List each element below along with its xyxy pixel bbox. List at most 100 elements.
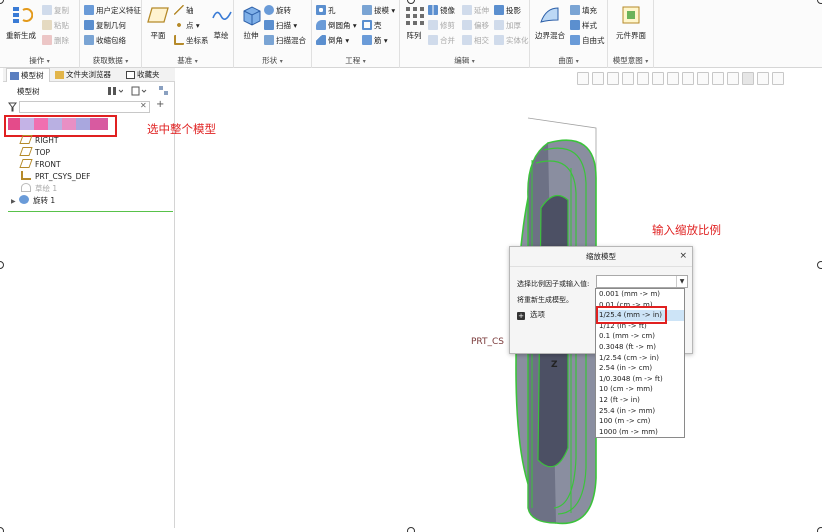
offset-button[interactable]: 偏移 — [462, 20, 489, 32]
csys-button[interactable]: 坐标系 — [174, 35, 209, 47]
chamfer-button[interactable]: 倒角 ▾ — [316, 35, 349, 47]
shrinkwrap-button[interactable]: 收缩包络 — [84, 35, 126, 47]
group-surfaces-label[interactable]: 曲面 ▾ — [530, 55, 607, 66]
group-operations-label[interactable]: 操作 ▾ — [0, 55, 79, 66]
section-icon[interactable] — [697, 72, 709, 85]
boundary-blend-button[interactable]: 边界混合 — [533, 4, 567, 41]
scale-option[interactable]: 1000 (m -> mm) — [596, 427, 684, 438]
project-button[interactable]: 投影 — [494, 5, 521, 17]
group-datum-label[interactable]: 基准 ▾ — [142, 55, 233, 66]
mirror-button[interactable]: 镜像 — [428, 5, 455, 17]
add-filter-icon[interactable]: + — [156, 99, 164, 110]
view-manager-icon[interactable] — [667, 72, 679, 85]
annotation-display-icon[interactable] — [727, 72, 739, 85]
chevron-down-icon[interactable]: ▼ — [676, 276, 687, 287]
resize-handle[interactable] — [407, 527, 415, 532]
component-interface-button[interactable]: 元件界面 — [612, 4, 650, 41]
round-button[interactable]: 倒圆角 ▾ — [316, 20, 357, 32]
tree-item-sketch[interactable]: 草绘 1 — [21, 183, 57, 195]
scale-option[interactable]: 2.54 (in -> cm) — [596, 363, 684, 374]
tree-item-top[interactable]: TOP — [19, 147, 50, 159]
axis-button[interactable]: 轴 — [174, 5, 194, 17]
project-label: 投影 — [506, 6, 521, 15]
group-editing-label[interactable]: 编辑 ▾ — [400, 55, 529, 66]
repaint-icon[interactable] — [622, 72, 634, 85]
scale-option[interactable]: 1/2.54 (cm -> in) — [596, 353, 684, 364]
options-expander[interactable]: + 选项 — [517, 309, 545, 320]
intersect-button[interactable]: 相交 — [462, 35, 489, 47]
csys-display-icon[interactable] — [757, 72, 769, 85]
freestyle-button[interactable]: 自由式 — [570, 35, 605, 47]
perspective-icon[interactable] — [682, 72, 694, 85]
solidify-button[interactable]: 实体化 — [494, 35, 529, 47]
filter-icon[interactable] — [8, 102, 17, 112]
refit-icon[interactable] — [577, 72, 589, 85]
group-engineering-label[interactable]: 工程 ▾ — [312, 55, 399, 66]
scale-option[interactable]: 1/0.3048 (m -> ft) — [596, 374, 684, 385]
datum-display-icon[interactable] — [712, 72, 724, 85]
scale-option[interactable]: 0.1 (mm -> cm) — [596, 331, 684, 342]
group-model-intent-label[interactable]: 模型意图 ▾ — [608, 55, 653, 66]
saved-views-icon[interactable] — [652, 72, 664, 85]
revolve-button[interactable]: 旋转 — [264, 5, 291, 17]
display-style-icon[interactable] — [637, 72, 649, 85]
close-icon[interactable]: × — [679, 251, 687, 261]
user-defined-feature-button[interactable]: 用户定义特征 — [84, 5, 141, 17]
tree-item-right[interactable]: RIGHT — [19, 135, 58, 147]
tree-item-front-label: FRONT — [35, 160, 61, 169]
tree-item-revolve[interactable]: ▶ 旋转 1 — [11, 195, 55, 207]
scale-option[interactable]: 0.001 (mm -> m) — [596, 289, 684, 300]
zoom-in-icon[interactable] — [592, 72, 604, 85]
graphics-window[interactable]: PRT_CS Z — [176, 68, 822, 532]
extrude-button[interactable]: 拉伸 — [238, 4, 264, 41]
regenerate-button[interactable]: 重新生成 — [4, 4, 38, 41]
tree-item-front[interactable]: FRONT — [19, 159, 61, 171]
scale-option[interactable]: 10 (cm -> mm) — [596, 384, 684, 395]
pattern-label: 阵列 — [406, 31, 422, 40]
tree-item-csys[interactable]: PRT_CSYS_DEF — [21, 171, 90, 183]
copy-button[interactable]: 复制 — [42, 5, 69, 17]
draft-button[interactable]: 拔模 ▾ — [362, 5, 395, 17]
plane-button[interactable]: 平面 — [146, 4, 170, 41]
swept-blend-button[interactable]: 扫描混合 — [264, 35, 306, 47]
clear-search-icon[interactable]: ✕ — [140, 101, 147, 110]
tree-columns-icon[interactable] — [158, 85, 170, 96]
sketch-button[interactable]: 草绘 — [210, 4, 232, 41]
scale-option[interactable]: 12 (ft -> in) — [596, 395, 684, 406]
paste-button[interactable]: 粘贴 — [42, 20, 69, 32]
tree-search-input[interactable] — [19, 101, 150, 113]
zoom-out-icon[interactable] — [607, 72, 619, 85]
thicken-button[interactable]: 加厚 — [494, 20, 521, 32]
settings-icon[interactable] — [107, 86, 123, 96]
scale-option[interactable]: 0.3048 (ft -> m) — [596, 342, 684, 353]
extrude-icon — [243, 6, 261, 26]
tab-model-tree[interactable]: 模型树 — [6, 68, 50, 82]
fill-button[interactable]: 填充 — [570, 5, 597, 17]
style-button[interactable]: 样式 — [570, 20, 597, 32]
trim-button[interactable]: 修剪 — [428, 20, 455, 32]
pattern-button[interactable]: 阵列 — [403, 4, 425, 41]
sweep-button[interactable]: 扫描 ▾ — [264, 20, 297, 32]
extend-button[interactable]: 延伸 — [462, 5, 489, 17]
group-get-data-label[interactable]: 获取数据 ▾ — [80, 55, 141, 66]
scale-option[interactable]: 100 (m -> cm) — [596, 416, 684, 427]
scale-option[interactable]: 25.4 (in -> mm) — [596, 406, 684, 417]
show-options-icon[interactable] — [131, 86, 147, 96]
point-display-icon[interactable] — [772, 72, 784, 85]
insert-here-marker[interactable] — [8, 211, 173, 212]
rib-button[interactable]: 筋 ▾ — [362, 35, 388, 47]
resize-handle[interactable] — [817, 527, 822, 532]
tab-folder-browser[interactable]: 文件夹浏览器 — [52, 68, 122, 82]
copy-geometry-button[interactable]: 复制几何 — [84, 20, 126, 32]
hole-button[interactable]: 孔 — [316, 5, 336, 17]
tab-favorites[interactable]: 收藏夹 — [123, 68, 173, 82]
expand-arrow-icon[interactable]: ▶ — [11, 196, 19, 208]
group-shapes-label[interactable]: 形状 ▾ — [234, 55, 311, 66]
delete-button[interactable]: 删除 — [42, 35, 69, 47]
shell-button[interactable]: 壳 — [362, 20, 382, 32]
spin-center-icon[interactable] — [742, 72, 754, 85]
merge-button[interactable]: 合并 — [428, 35, 455, 47]
point-button[interactable]: 点 ▾ — [174, 20, 200, 32]
scale-factor-combo[interactable]: ▼ — [596, 275, 688, 288]
resize-handle[interactable] — [817, 261, 822, 269]
